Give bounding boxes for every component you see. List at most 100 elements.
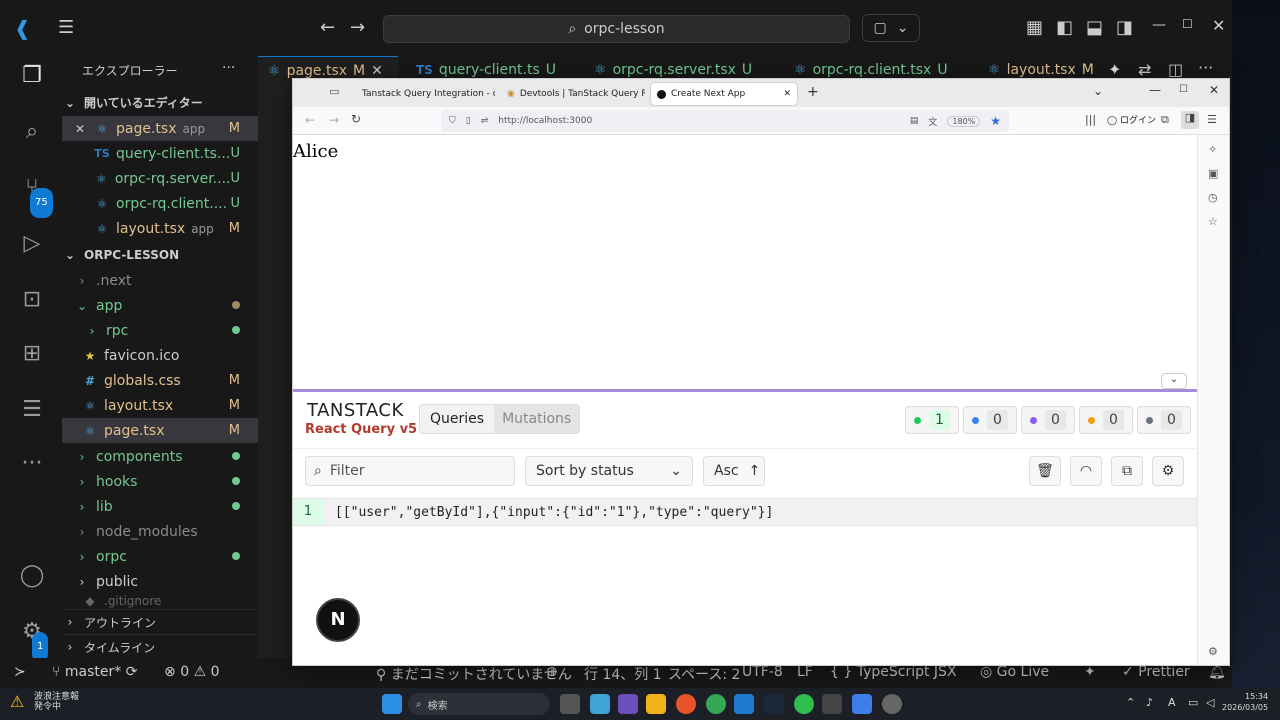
blue-app-icon[interactable]	[852, 694, 872, 714]
gear-icon[interactable]: ⚙	[1208, 645, 1218, 658]
menu-icon[interactable]: ☰	[1207, 113, 1217, 126]
github-icon[interactable]	[882, 694, 902, 714]
weather-widget[interactable]: 波浪注意報 発令中	[34, 692, 79, 712]
vscode-taskbar-icon[interactable]	[734, 694, 754, 714]
open-editors-header[interactable]: ⌄ 開いているエディター	[62, 90, 258, 115]
sort-select[interactable]: Sort by status ⌄	[525, 456, 693, 486]
chrome-icon[interactable]	[706, 694, 726, 714]
reader-icon[interactable]: ▤	[910, 116, 919, 126]
bookmark-star-icon[interactable]: ★	[990, 114, 1001, 128]
bookmarks-icon[interactable]: ☆	[1208, 215, 1218, 228]
network-icon[interactable]: ▭	[1188, 696, 1198, 709]
run-debug-icon[interactable]: ▷	[18, 230, 46, 258]
tree-item-folder[interactable]: › components	[62, 444, 258, 469]
tree-item-file[interactable]: ⚛ layout.tsx M	[62, 393, 258, 418]
menu-icon[interactable]: ☰	[58, 17, 74, 38]
clock[interactable]: 15:34 2026/03/05	[1222, 691, 1268, 713]
close-icon[interactable]: ✕	[783, 89, 791, 99]
tree-item-folder[interactable]: › public	[62, 569, 258, 594]
back-icon[interactable]: ←	[305, 113, 315, 127]
open-editor-item[interactable]: ⚛ orpc-rq.client.... U	[62, 191, 258, 216]
explorer-icon[interactable]: ❐	[18, 62, 46, 90]
windows-start-icon[interactable]	[382, 694, 402, 714]
box-app-icon[interactable]	[822, 694, 842, 714]
teams-icon[interactable]	[618, 694, 638, 714]
problems-status[interactable]: ⊗ 0 ⚠ 0	[164, 664, 220, 680]
toggle-secondary-sidebar-icon[interactable]: ◨	[1116, 17, 1133, 38]
library-icon[interactable]: |||	[1085, 113, 1096, 126]
forward-arrow-icon[interactable]: →	[350, 17, 365, 38]
forward-icon[interactable]: →	[329, 113, 339, 127]
volume-icon[interactable]: ◁	[1206, 696, 1214, 709]
maximize-icon[interactable]: ☐	[1182, 17, 1193, 31]
sort-order-button[interactable]: Asc ↑	[703, 456, 765, 486]
filter-input[interactable]: ⌕ Filter	[305, 456, 515, 486]
tree-item-folder[interactable]: › orpc	[62, 544, 258, 569]
settings-button[interactable]: ⚙	[1152, 456, 1184, 486]
ime-icon[interactable]: A	[1168, 696, 1176, 709]
copilot-button[interactable]: ▢ ⌄	[862, 14, 920, 42]
tree-item-folder[interactable]: › lib	[62, 494, 258, 519]
language-mode[interactable]: { } TypeScript JSX	[830, 664, 957, 680]
microphone-icon[interactable]: ♪	[1146, 696, 1153, 709]
tabs-icon[interactable]: ▣	[1208, 167, 1218, 180]
branch-status[interactable]: ⑂ master* ⟳	[52, 664, 137, 680]
source-control-icon[interactable]: ⑂ 75	[18, 174, 53, 218]
more-actions-icon[interactable]: ···	[222, 60, 235, 76]
green-app-icon[interactable]	[794, 694, 814, 714]
stale-count[interactable]: 0	[1079, 406, 1133, 434]
fetching-count[interactable]: 0	[963, 406, 1017, 434]
tree-item-file[interactable]: ◆ .gitignore	[62, 594, 258, 608]
warning-icon[interactable]: ⚠	[10, 692, 32, 714]
extensions-icon[interactable]: ⧉	[1161, 113, 1169, 127]
tree-item-file[interactable]: ⚛ page.tsx M	[62, 418, 258, 443]
testing-icon[interactable]: ☰	[18, 396, 46, 424]
new-tab-icon[interactable]: +	[807, 84, 819, 100]
more-icon[interactable]: ···	[18, 450, 46, 478]
taskbar-search[interactable]: ⌕ 検索	[408, 693, 550, 715]
tab-queries[interactable]: Queries	[420, 405, 495, 433]
open-editor-item[interactable]: ⚛ orpc-rq.server.... U	[62, 166, 258, 191]
tab-list-icon[interactable]: ▭	[329, 85, 339, 98]
command-center-search[interactable]: ⌕ orpc-lesson	[383, 15, 850, 43]
clear-cache-button[interactable]: 🗑︎	[1029, 456, 1061, 486]
inactive-count[interactable]: 0	[1137, 406, 1191, 434]
browser-tab[interactable]: ◉ Devtools | TanStack Query Reac ✕	[501, 83, 645, 105]
encoding[interactable]: UTF-8	[742, 664, 783, 680]
history-icon[interactable]: ◷	[1208, 191, 1218, 204]
pip-button[interactable]: ⧉	[1111, 456, 1143, 486]
compare-icon[interactable]: ⇄	[1138, 60, 1151, 79]
nextjs-indicator-icon[interactable]: N	[316, 598, 360, 642]
zoom-level[interactable]: 180%	[947, 115, 981, 127]
commit-status[interactable]: ⚲ まだコミットされていません	[376, 664, 572, 684]
open-editor-item[interactable]: TS query-client.ts... U	[62, 141, 258, 166]
open-editor-item[interactable]: ✕ ⚛ page.tsx app M	[62, 116, 258, 141]
extensions-icon[interactable]: ⊞	[18, 340, 46, 368]
gear-icon[interactable]: ⚙ 1	[18, 618, 49, 662]
cursor-position[interactable]: 行 14、列 1	[584, 664, 662, 684]
translate-icon[interactable]: 文	[928, 115, 937, 128]
browser-tab[interactable]: Tanstack Query Integration - oR ✕	[351, 83, 495, 105]
tree-item-folder[interactable]: › node_modules	[62, 519, 258, 544]
toggle-panel-icon[interactable]: ⬓	[1086, 17, 1103, 38]
line-ending[interactable]: LF	[797, 664, 813, 680]
paused-count[interactable]: 0	[1021, 406, 1075, 434]
fresh-count[interactable]: 1	[905, 406, 959, 434]
devtools-collapse-button[interactable]: ⌄	[1161, 373, 1187, 389]
copilot-icon[interactable]: ✦	[1084, 664, 1096, 680]
split-editor-icon[interactable]: ◫	[1168, 60, 1183, 79]
outline-header[interactable]: › アウトライン	[62, 609, 258, 634]
tree-item-folder[interactable]: › .next	[62, 268, 258, 293]
prettier-status[interactable]: ✓ Prettier	[1122, 664, 1190, 680]
sidebar-toggle-icon[interactable]: ◨	[1181, 111, 1199, 129]
close-icon[interactable]: ✕	[1209, 83, 1219, 97]
network-toggle-button[interactable]: ◠	[1070, 456, 1102, 486]
close-icon[interactable]: ✕	[72, 122, 88, 136]
notifications-icon[interactable]: 🔔︎	[1208, 664, 1226, 680]
sparkle-icon[interactable]: ✦	[1108, 60, 1121, 79]
timeline-header[interactable]: › タイムライン	[62, 634, 258, 659]
tray-chevron-icon[interactable]: ⌃	[1126, 696, 1135, 709]
open-editor-item[interactable]: ⚛ layout.tsx app M	[62, 216, 258, 241]
back-arrow-icon[interactable]: ←	[320, 17, 335, 38]
remote-icon[interactable]: ≻	[14, 664, 26, 680]
